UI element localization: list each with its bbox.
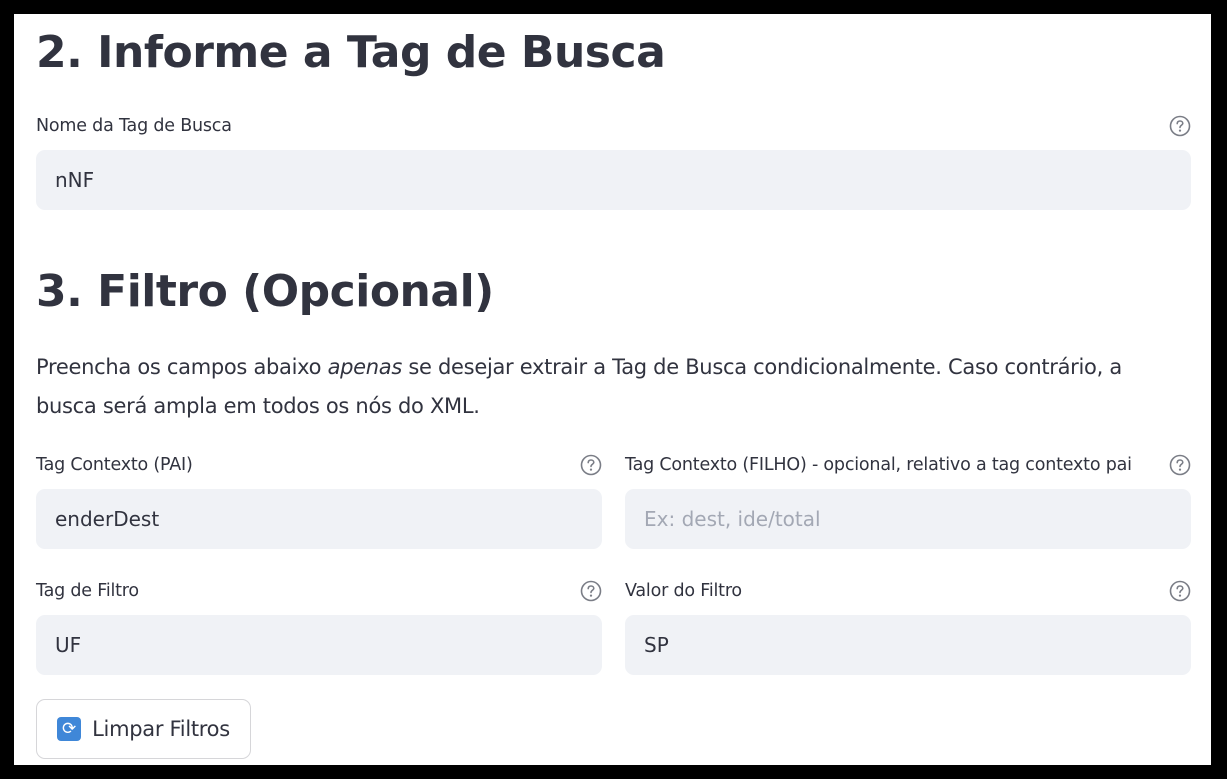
section-heading-filtro: 3. Filtro (Opcional)	[36, 266, 494, 317]
help-icon[interactable]	[1169, 115, 1191, 137]
field-label-row-contexto-pai: Tag Contexto (PAI)	[36, 454, 602, 476]
contexto-filho-input-container	[625, 489, 1191, 549]
help-icon[interactable]	[580, 454, 602, 476]
nome-tag-input[interactable]	[55, 168, 1191, 192]
field-label-row-nome-tag: Nome da Tag de Busca	[36, 115, 1191, 137]
refresh-icon: ⟳	[57, 717, 82, 741]
limpar-filtros-button[interactable]: ⟳ Limpar Filtros	[36, 699, 251, 759]
contexto-pai-input-container	[36, 489, 602, 549]
field-label-row-contexto-filho: Tag Contexto (FILHO) - opcional, relativ…	[625, 454, 1191, 476]
limpar-filtros-label: Limpar Filtros	[92, 717, 230, 741]
field-label-nome-tag: Nome da Tag de Busca	[36, 116, 232, 136]
valor-filtro-input[interactable]	[644, 633, 1191, 657]
valor-filtro-input-container	[625, 615, 1191, 675]
tag-filtro-input-container	[36, 615, 602, 675]
field-label-row-valor-filtro: Valor do Filtro	[625, 580, 1191, 602]
help-icon[interactable]	[1169, 454, 1191, 476]
field-label-tag-filtro: Tag de Filtro	[36, 581, 139, 601]
field-label-contexto-filho: Tag Contexto (FILHO) - opcional, relativ…	[625, 455, 1132, 475]
section-heading-tag-busca: 2. Informe a Tag de Busca	[36, 27, 666, 78]
contexto-pai-input[interactable]	[55, 507, 602, 531]
field-label-row-tag-filtro: Tag de Filtro	[36, 580, 602, 602]
emphasis-apenas: apenas	[327, 355, 403, 379]
filtro-description: Preencha os campos abaixo apenas se dese…	[36, 355, 1122, 418]
app-frame: 2. Informe a Tag de Busca Nome da Tag de…	[14, 14, 1211, 765]
field-label-valor-filtro: Valor do Filtro	[625, 581, 742, 601]
contexto-filho-input[interactable]	[644, 507, 1191, 531]
help-icon[interactable]	[1169, 580, 1191, 602]
help-icon[interactable]	[580, 580, 602, 602]
tag-filtro-input[interactable]	[55, 633, 602, 657]
field-label-contexto-pai: Tag Contexto (PAI)	[36, 455, 193, 475]
nome-tag-input-container	[36, 150, 1191, 210]
